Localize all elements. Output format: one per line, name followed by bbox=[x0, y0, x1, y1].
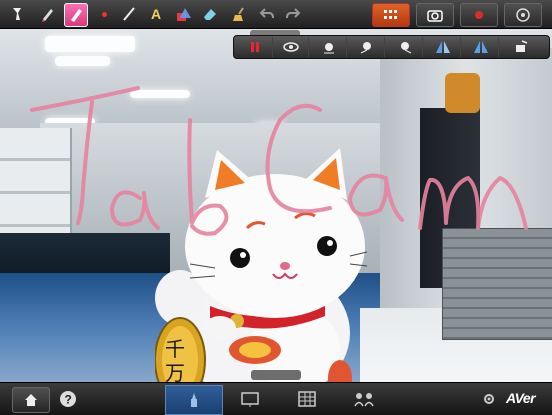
clear-broom-icon[interactable] bbox=[228, 3, 250, 25]
brightness-high-icon[interactable] bbox=[388, 37, 423, 57]
highlighter-icon[interactable] bbox=[64, 3, 88, 27]
share-tab[interactable] bbox=[336, 385, 392, 413]
camera-control-bar bbox=[233, 35, 550, 59]
home-icon[interactable] bbox=[12, 387, 50, 413]
whiteboard-tab[interactable] bbox=[222, 385, 278, 413]
dot-icon[interactable] bbox=[93, 3, 115, 25]
record-icon[interactable] bbox=[460, 3, 498, 27]
shapes-icon[interactable] bbox=[173, 3, 195, 25]
freeze-icon[interactable] bbox=[372, 3, 410, 27]
undo-icon[interactable] bbox=[256, 3, 278, 25]
bottom-drag-handle[interactable] bbox=[251, 370, 301, 380]
mirror-icon[interactable] bbox=[464, 37, 499, 57]
line-icon[interactable] bbox=[118, 3, 140, 25]
handwriting-annotation bbox=[30, 86, 528, 236]
redo-icon[interactable] bbox=[282, 3, 304, 25]
pause-icon[interactable] bbox=[238, 37, 273, 57]
snapshot-icon[interactable] bbox=[416, 3, 454, 27]
pen-icon[interactable] bbox=[37, 3, 59, 25]
pointer-icon[interactable] bbox=[6, 3, 28, 25]
top-toolbar: A bbox=[0, 0, 552, 29]
gallery-tab[interactable] bbox=[279, 385, 335, 413]
eraser-icon[interactable] bbox=[199, 3, 221, 25]
camera-tab[interactable] bbox=[165, 385, 223, 415]
settings-icon[interactable] bbox=[504, 3, 542, 27]
rotate-icon[interactable] bbox=[504, 37, 538, 57]
flip-icon[interactable] bbox=[426, 37, 461, 57]
brand-logo: AVer bbox=[506, 390, 536, 406]
text-icon[interactable]: A bbox=[145, 3, 167, 25]
svg-text:?: ? bbox=[65, 393, 72, 407]
bottom-bar: ? bbox=[0, 382, 552, 415]
camera-view: 千 万 bbox=[0, 28, 552, 382]
gear-icon[interactable] bbox=[480, 387, 498, 411]
eye-icon[interactable] bbox=[274, 37, 309, 57]
brightness-low-icon[interactable] bbox=[350, 37, 385, 57]
brightness-icon[interactable] bbox=[312, 37, 347, 57]
help-icon[interactable]: ? bbox=[56, 387, 80, 411]
